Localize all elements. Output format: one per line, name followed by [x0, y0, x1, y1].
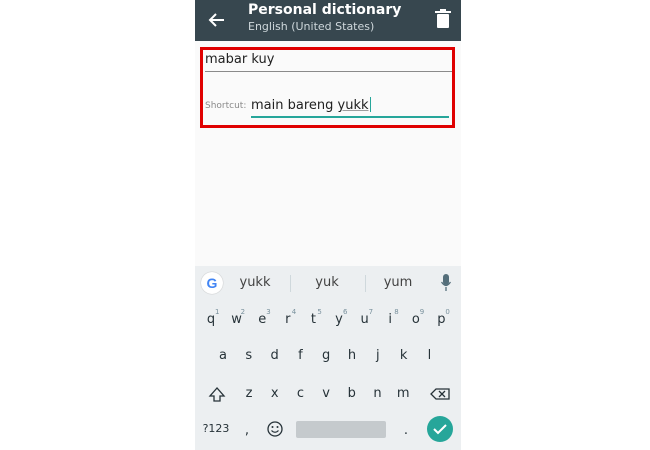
soft-keyboard: G yukk yuk yum q1w2e3r4t5y6u7i8o9p0 asdf…	[195, 266, 461, 450]
comma-key[interactable]: ,	[235, 416, 259, 446]
text-caret	[369, 97, 371, 112]
key-hint-8: 8	[394, 308, 399, 316]
shortcut-input[interactable]: main bareng yukk	[251, 97, 371, 114]
key-b[interactable]: b	[340, 379, 364, 409]
checkmark-icon[interactable]	[427, 416, 453, 442]
key-hint-6: 6	[343, 308, 348, 316]
key-d[interactable]: d	[263, 341, 287, 371]
suggestion-divider	[290, 275, 291, 292]
key-hint-3: 3	[266, 308, 271, 316]
key-f[interactable]: f	[288, 341, 312, 371]
phone-screen: Personal dictionary English (United Stat…	[195, 0, 461, 450]
word-input-underline	[205, 71, 452, 72]
app-bar: Personal dictionary English (United Stat…	[195, 0, 461, 41]
svg-text:G: G	[207, 275, 218, 291]
emoji-icon[interactable]	[263, 414, 287, 444]
key-l[interactable]: l	[417, 341, 441, 371]
shortcut-label: Shortcut:	[205, 101, 247, 111]
key-c[interactable]: c	[288, 379, 312, 409]
key-h[interactable]: h	[340, 341, 364, 371]
shift-icon[interactable]	[205, 379, 229, 409]
suggestion-1[interactable]: yukk	[225, 275, 285, 290]
page-title: Personal dictionary	[248, 2, 402, 18]
key-m[interactable]: m	[391, 379, 415, 409]
key-hint-7: 7	[368, 308, 374, 316]
suggestion-strip: G yukk yuk yum	[195, 266, 461, 300]
key-hint-2: 2	[240, 308, 246, 316]
key-g[interactable]: g	[314, 341, 338, 371]
key-n[interactable]: n	[366, 379, 390, 409]
shortcut-text-misspelled: yukk	[337, 98, 369, 113]
key-hint-0: 0	[445, 308, 450, 316]
arrow-left-icon[interactable]	[206, 9, 228, 31]
key-s[interactable]: s	[237, 341, 261, 371]
period-key[interactable]: .	[394, 416, 418, 446]
microphone-icon[interactable]	[441, 274, 451, 292]
key-z[interactable]: z	[237, 379, 261, 409]
key-hint-1: 1	[215, 308, 220, 316]
key-x[interactable]: x	[263, 379, 287, 409]
trash-icon[interactable]	[434, 9, 452, 29]
shortcut-text: main bareng	[251, 98, 338, 113]
shortcut-input-underline	[251, 116, 449, 118]
key-hint-5: 5	[317, 308, 322, 316]
suggestion-divider	[365, 275, 366, 292]
key-a[interactable]: a	[211, 341, 235, 371]
suggestion-3[interactable]: yum	[368, 275, 428, 290]
key-v[interactable]: v	[314, 379, 338, 409]
space-bar[interactable]	[296, 421, 386, 438]
symbols-key[interactable]: ?123	[201, 414, 231, 444]
key-hint-9: 9	[419, 308, 425, 316]
key-j[interactable]: j	[366, 341, 390, 371]
key-hint-4: 4	[291, 308, 297, 316]
backspace-icon[interactable]	[428, 379, 452, 409]
suggestion-2[interactable]: yuk	[297, 275, 357, 290]
page-subtitle: English (United States)	[248, 20, 375, 33]
word-input[interactable]: mabar kuy	[205, 52, 449, 68]
app-bar-titles: Personal dictionary English (United Stat…	[248, 2, 401, 34]
google-g-icon[interactable]: G	[201, 272, 223, 294]
key-k[interactable]: k	[392, 341, 416, 371]
